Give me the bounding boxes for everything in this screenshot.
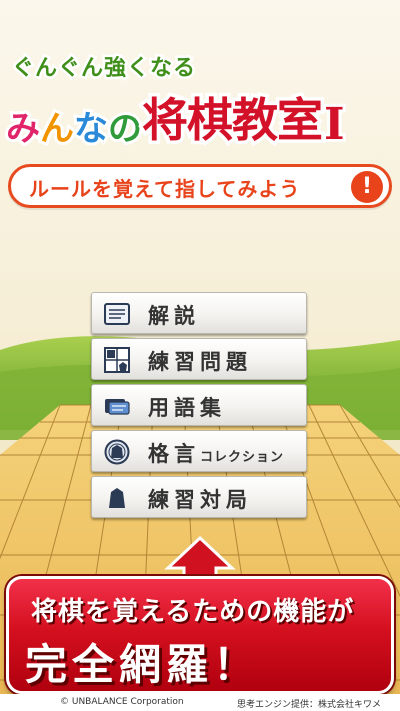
promo-panel: 将棋を覚えるための機能が 完全網羅！ [6, 576, 394, 694]
shogi-piece-medal-icon [104, 439, 130, 465]
engine-credit-text: 思考エンジン提供：株式会社キワメ [237, 700, 382, 710]
app-subtitle: ぐんぐん強くなる [9, 54, 197, 84]
menu-label-glossary: 用語集 [148, 396, 226, 420]
title-kana-3: な [71, 106, 111, 152]
shogi-piece-icon [109, 488, 125, 508]
menu-button-glossary[interactable]: 用語集 [91, 384, 307, 426]
menu-button-proverbs[interactable]: 格言コレクション [91, 430, 307, 472]
menu-label-proverbs-small: コレクション [200, 450, 285, 465]
banner-text: ルールを覚えて指してみよう [29, 177, 301, 201]
menu-label-proverbs-main: 格言 [148, 442, 200, 466]
title-kana-1: み [3, 106, 43, 152]
board-puzzle-icon [104, 347, 130, 373]
glossary-card-icon [105, 399, 130, 415]
promo-line-1: 将棋を覚えるための機能が [31, 597, 355, 627]
app-title: みんなの将棋教室I [3, 84, 400, 154]
title-kana-2: ん [37, 106, 77, 152]
title-kanji: 将棋教室 [139, 90, 327, 151]
copyright-text: © UNBALANCE Corporation [60, 697, 184, 707]
book-icon [104, 303, 130, 325]
menu-label-proverbs: 格言コレクション [148, 438, 284, 468]
exclamation-icon: ! [351, 171, 383, 203]
menu-button-practice-problems[interactable]: 練習問題 [91, 338, 307, 380]
title-kana-4: の [105, 106, 145, 152]
menu-label-practice-problems: 練習問題 [148, 350, 252, 374]
title-numeral: I [321, 96, 347, 153]
menu-button-practice-game[interactable]: 練習対局 [91, 476, 307, 518]
promo-line-2: 完全網羅！ [25, 640, 261, 689]
menu-label-explanation: 解説 [148, 304, 200, 328]
rules-banner: ルールを覚えて指してみよう ! [8, 164, 392, 208]
footer: © UNBALANCE Corporation 思考エンジン提供：株式会社キワメ [0, 694, 400, 711]
menu-button-explanation[interactable]: 解説 [91, 292, 307, 334]
menu-label-practice-game: 練習対局 [148, 488, 252, 512]
